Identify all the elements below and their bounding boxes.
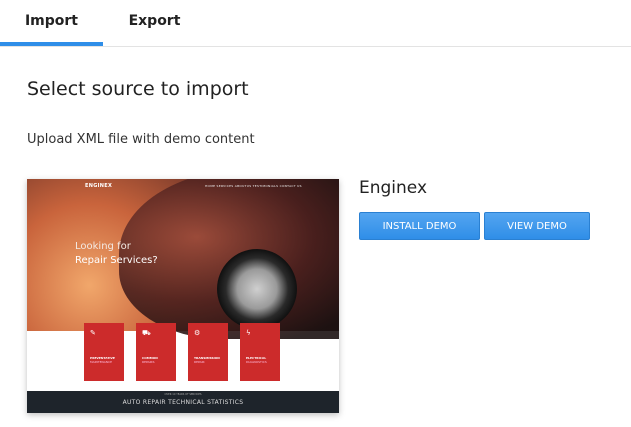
service-card-subtitle: MAINTENANCE <box>90 360 113 364</box>
view-demo-button[interactable]: VIEW DEMO <box>484 212 590 240</box>
page-subtitle: Upload XML file with demo content <box>27 132 255 147</box>
preview-footer-small: OVER 10 YEARS OF SERVICES <box>164 393 202 396</box>
car-icon: ⛟ <box>142 329 151 337</box>
preview-nav: HOME SERVICES ABOUTUS TESTIMONIALS CONTA… <box>205 184 302 188</box>
install-demo-button[interactable]: INSTALL DEMO <box>359 212 480 240</box>
service-card-subtitle: REPAIR <box>194 360 205 364</box>
demo-preview-image: ENGINEX HOME SERVICES ABOUTUS TESTIMONIA… <box>27 179 339 413</box>
preview-hero: ENGINEX HOME SERVICES ABOUTUS TESTIMONIA… <box>27 179 339 339</box>
service-card: ⚙ TRANSMISSION REPAIR <box>188 323 228 381</box>
wheel-illustration <box>217 249 297 329</box>
wrench-icon: ✎ <box>90 329 96 337</box>
tab-export[interactable]: Export <box>103 0 206 44</box>
service-card: ϟ ELECTRICAL DIAGNOSTICS <box>240 323 280 381</box>
bolt-icon: ϟ <box>246 329 251 337</box>
tab-bar: Import Export <box>0 0 631 47</box>
service-card-subtitle: DIAGNOSTICS <box>246 360 267 364</box>
page-title: Select source to import <box>27 78 249 100</box>
tab-import[interactable]: Import <box>0 0 103 46</box>
preview-logo: ENGINEX <box>85 183 113 189</box>
service-card: ⛟ COMMON REPAIRS <box>136 323 176 381</box>
gear-icon: ⚙ <box>194 329 201 337</box>
preview-hero-line1: Looking for <box>75 241 131 252</box>
preview-footer: OVER 10 YEARS OF SERVICES AUTO REPAIR TE… <box>27 391 339 413</box>
preview-service-cards: ✎ PREVENTATIVE MAINTENANCE ⛟ COMMON REPA… <box>84 323 309 381</box>
preview-hero-line2: Repair Services? <box>75 255 158 266</box>
service-card: ✎ PREVENTATIVE MAINTENANCE <box>84 323 124 381</box>
preview-footer-title: AUTO REPAIR TECHNICAL STATISTICS <box>122 399 244 406</box>
service-card-subtitle: REPAIRS <box>142 360 155 364</box>
demo-name: Enginex <box>359 178 428 198</box>
